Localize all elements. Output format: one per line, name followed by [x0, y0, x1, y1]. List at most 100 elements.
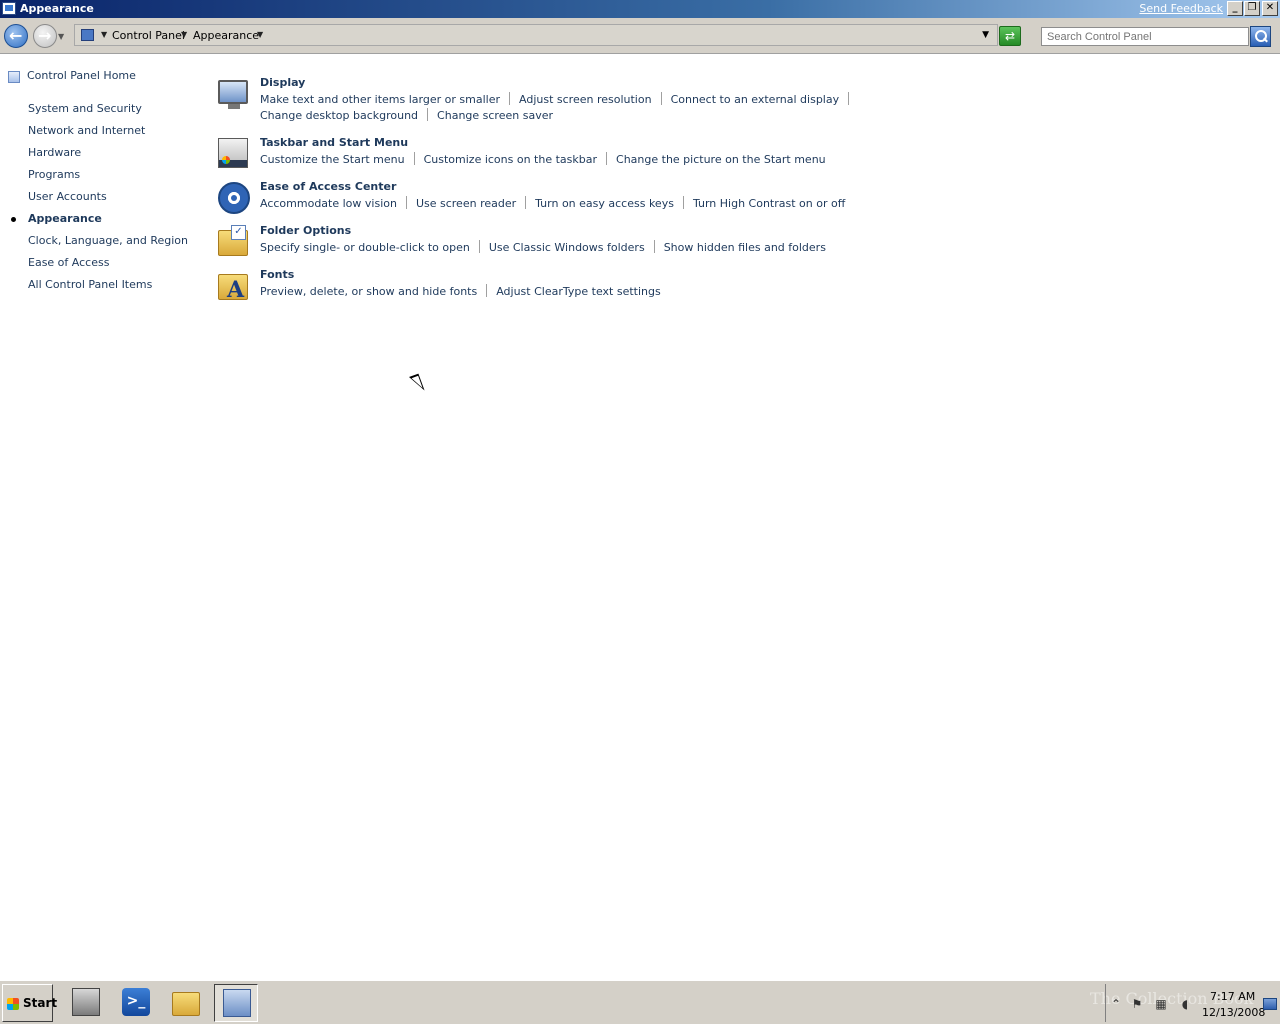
category-title-display[interactable]: Display — [260, 76, 305, 89]
sidebar-item-appearance: Appearance — [28, 212, 102, 225]
task-link[interactable]: Change desktop background — [260, 108, 418, 124]
separator — [525, 196, 527, 209]
folder-icon — [172, 992, 200, 1016]
category-taskbar-and-start-menu: Taskbar and Start Menu Customize the Sta… — [218, 136, 1020, 172]
separator — [478, 240, 480, 253]
breadcrumb-control-panel[interactable]: Control Panel — [112, 29, 185, 42]
breadcrumb-appearance[interactable]: Appearance — [193, 29, 259, 42]
recent-pages-arrow-icon[interactable]: ▼ — [58, 32, 64, 41]
ease-of-access-task-links: Accommodate low vision Use screen reader T… — [260, 196, 1020, 212]
separator — [653, 240, 655, 253]
search-input[interactable] — [1041, 27, 1249, 46]
left-navigation-pane: Control Panel Home System and Security N… — [0, 54, 200, 980]
sidebar-item-all-control-panel-items[interactable]: All Control Panel Items — [28, 278, 152, 291]
sidebar-item-network-and-internet[interactable]: Network and Internet — [28, 124, 145, 137]
forward-button[interactable] — [33, 24, 57, 48]
fonts-icon[interactable] — [218, 274, 248, 303]
task-link[interactable]: Connect to an external display — [671, 92, 840, 108]
clock-date[interactable]: 12/13/2008 — [1202, 1006, 1265, 1019]
powershell-icon: >_ — [122, 988, 150, 1016]
control-panel-home-link[interactable]: Control Panel Home — [27, 69, 136, 82]
ease-of-access-icon[interactable] — [218, 182, 250, 214]
search-icon[interactable] — [1250, 26, 1271, 47]
task-link[interactable]: Show hidden files and folders — [664, 240, 826, 256]
separator — [486, 284, 488, 297]
windows-logo-icon — [7, 998, 19, 1010]
breadcrumb-chevron-icon[interactable]: ▼ — [257, 30, 263, 39]
task-link[interactable]: Accommodate low vision — [260, 196, 397, 212]
task-link[interactable]: Make text and other items larger or smal… — [260, 92, 500, 108]
category-title-fonts[interactable]: Fonts — [260, 268, 294, 281]
main-content: Display Make text and other items larger… — [200, 54, 1280, 980]
address-dropdown-icon[interactable]: ▼ — [982, 30, 989, 40]
sidebar-item-clock-language-region[interactable]: Clock, Language, and Region — [28, 234, 188, 247]
refresh-button[interactable]: ⇄ — [999, 26, 1021, 46]
taskbar-server-manager-button[interactable] — [64, 984, 108, 1022]
task-link[interactable]: Specify single- or double-click to open — [260, 240, 470, 256]
breadcrumb-chevron-icon[interactable]: ▼ — [181, 30, 187, 39]
show-desktop-button[interactable] — [1263, 998, 1277, 1010]
sidebar-item-ease-of-access[interactable]: Ease of Access — [28, 256, 109, 269]
minimize-button[interactable]: _ — [1227, 1, 1243, 16]
task-link[interactable]: Turn on easy access keys — [535, 196, 674, 212]
separator — [427, 108, 429, 121]
task-link[interactable]: Change the picture on the Start menu — [616, 152, 826, 168]
folder-options-icon[interactable] — [218, 225, 248, 256]
send-feedback-link[interactable]: Send Feedback — [1139, 2, 1223, 15]
sidebar-item-system-and-security[interactable]: System and Security — [28, 102, 142, 115]
volume-muted-icon[interactable]: ◖ — [1178, 997, 1192, 1011]
network-icon[interactable]: ▦ — [1154, 997, 1168, 1011]
display-task-links: Make text and other items larger or smal… — [260, 92, 1020, 124]
sidebar-item-programs[interactable]: Programs — [28, 168, 80, 181]
action-center-flag-icon[interactable]: ⚑ — [1130, 997, 1144, 1011]
close-button[interactable]: ✕ — [1262, 1, 1278, 16]
separator — [848, 92, 850, 105]
title-bar: Appearance Send Feedback _ ❐ ✕ — [0, 0, 1280, 18]
display-icon[interactable] — [218, 80, 248, 109]
fonts-task-links: Preview, delete, or show and hide fonts A… — [260, 284, 1020, 300]
control-panel-home-icon — [8, 71, 20, 83]
category-ease-of-access-center: Ease of Access Center Accommodate low vi… — [218, 180, 1020, 216]
sidebar-item-hardware[interactable]: Hardware — [28, 146, 81, 159]
category-folder-options: Folder Options Specify single- or double… — [218, 224, 1020, 260]
taskbar-task-links: Customize the Start menu Customize icons … — [260, 152, 1020, 168]
category-title-folder-options[interactable]: Folder Options — [260, 224, 351, 237]
breadcrumb-chevron-icon[interactable]: ▼ — [101, 30, 107, 39]
restore-button[interactable]: ❐ — [1244, 1, 1260, 16]
task-link[interactable]: Change screen saver — [437, 108, 553, 124]
task-link[interactable]: Turn High Contrast on or off — [693, 196, 845, 212]
start-label: Start — [23, 996, 58, 1010]
back-button[interactable] — [4, 24, 28, 48]
taskbar-control-panel-button[interactable] — [214, 984, 258, 1022]
separator — [660, 92, 662, 105]
control-panel-icon — [223, 989, 251, 1017]
task-link[interactable]: Preview, delete, or show and hide fonts — [260, 284, 477, 300]
control-panel-icon — [2, 2, 16, 15]
sidebar-item-user-accounts[interactable]: User Accounts — [28, 190, 107, 203]
separator — [413, 152, 415, 165]
taskbar-icon[interactable] — [218, 138, 248, 168]
task-link[interactable]: Adjust screen resolution — [519, 92, 652, 108]
separator — [682, 196, 684, 209]
address-bar[interactable]: ▼ Control Panel ▼ Appearance ▼ ▼ — [74, 24, 998, 46]
task-link[interactable]: Use Classic Windows folders — [489, 240, 645, 256]
address-toolbar: ▼ ▼ Control Panel ▼ Appearance ▼ ▼ ⇄ — [0, 18, 1280, 54]
task-link[interactable]: Customize icons on the taskbar — [424, 152, 597, 168]
task-link[interactable]: Adjust ClearType text settings — [496, 284, 660, 300]
category-title-taskbar[interactable]: Taskbar and Start Menu — [260, 136, 408, 149]
start-button[interactable]: Start — [2, 984, 57, 1022]
taskbar-explorer-button[interactable] — [164, 984, 208, 1022]
separator — [405, 196, 407, 209]
taskbar-powershell-button[interactable]: >_ — [114, 984, 158, 1022]
show-hidden-icons-chevron-icon[interactable]: ⌃ — [1109, 997, 1123, 1011]
separator — [606, 152, 608, 165]
clock-time[interactable]: 7:17 AM — [1210, 990, 1255, 1003]
category-fonts: Fonts Preview, delete, or show and hide … — [218, 268, 1020, 304]
task-link[interactable]: Use screen reader — [416, 196, 516, 212]
folder-options-task-links: Specify single- or double-click to open U… — [260, 240, 1020, 256]
taskbar: Start >_ The Collection Book ⌃ ⚑ ▦ ◖ 7:1… — [0, 980, 1280, 1024]
task-link[interactable]: Customize the Start menu — [260, 152, 405, 168]
notification-area: ⌃ ⚑ ▦ ◖ 7:17 AM 12/13/2008 — [1105, 984, 1280, 1022]
server-manager-icon — [72, 988, 100, 1016]
category-title-ease-of-access[interactable]: Ease of Access Center — [260, 180, 396, 193]
